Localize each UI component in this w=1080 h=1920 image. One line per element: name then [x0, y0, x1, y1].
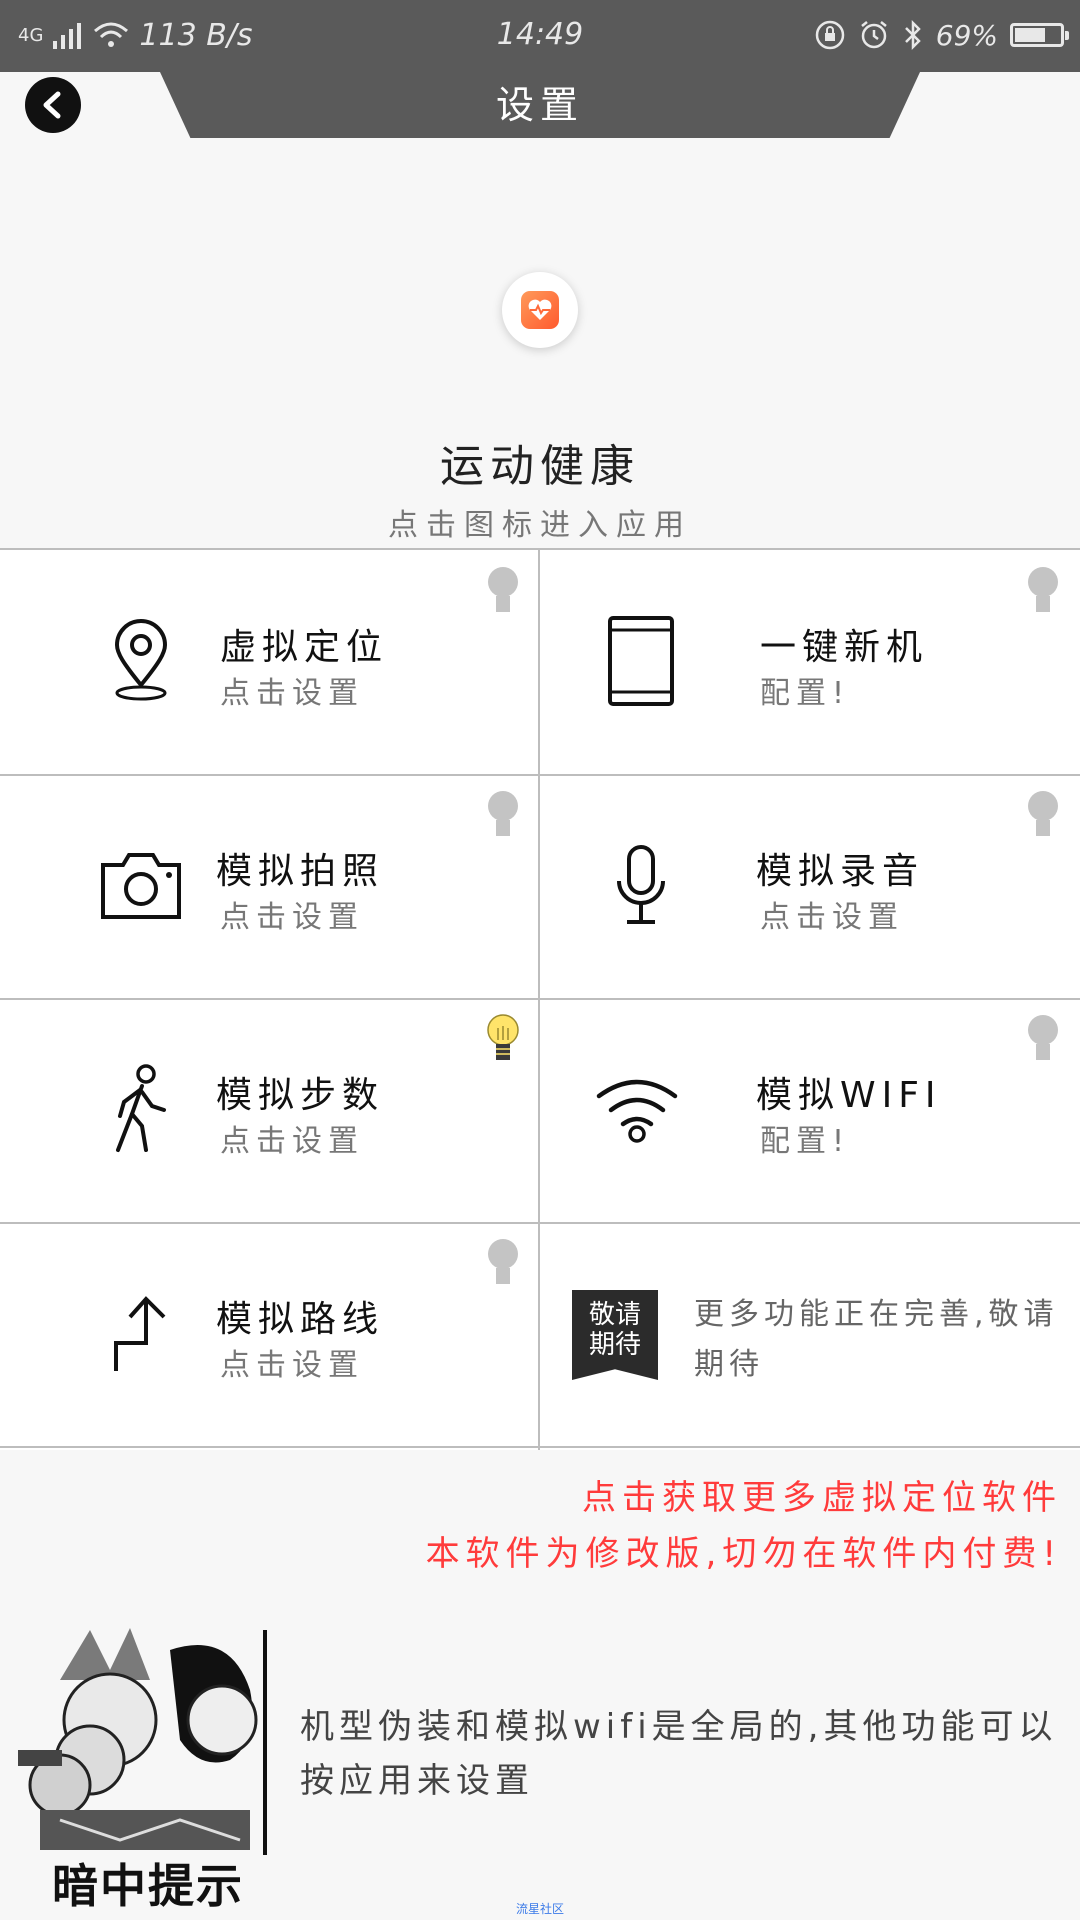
bulb-on-icon[interactable] [486, 1014, 520, 1064]
feature-title: 模拟录音 [756, 851, 925, 892]
location-pin-icon [96, 616, 186, 706]
coming-soon-text: 更多功能正在完善,敬请期待 [694, 1297, 1059, 1382]
bulb-icon[interactable] [486, 1238, 520, 1288]
feature-title: 模拟路线 [216, 1299, 385, 1340]
feature-fake-photo[interactable]: 模拟拍照 点击设置 [0, 774, 538, 998]
global-settings-tip: 机型伪装和模拟wifi是全局的,其他功能可以按应用来设置 [300, 1707, 1058, 1801]
app-hint: 点击图标进入应用 [388, 508, 692, 543]
route-icon [96, 1288, 186, 1378]
feature-title: 模拟WIFI [756, 1075, 942, 1116]
feature-title: 虚拟定位 [220, 627, 389, 668]
back-button[interactable] [25, 77, 81, 133]
bulb-icon[interactable] [486, 566, 520, 616]
battery-percent: 69% [935, 18, 998, 52]
feature-subtitle: 点击设置 [220, 900, 364, 935]
bulb-icon[interactable] [486, 790, 520, 840]
camera-icon [96, 840, 186, 930]
feature-fake-steps[interactable]: 模拟步数 点击设置 [0, 998, 538, 1222]
app-icon-button[interactable] [502, 272, 578, 348]
feature-subtitle: 点击设置 [760, 900, 904, 935]
feature-subtitle: 点击设置 [220, 676, 364, 711]
microphone-icon [596, 840, 686, 930]
feature-fake-wifi[interactable]: 模拟WIFI 配置! [540, 998, 1078, 1222]
phone-device-icon [596, 616, 686, 706]
badge-line: 期待 [588, 1330, 641, 1360]
feature-virtual-location[interactable]: 虚拟定位 点击设置 [0, 550, 538, 774]
page-title: 设置 [495, 83, 584, 127]
feature-subtitle: 点击设置 [220, 1348, 364, 1383]
watermark: 流星社区 [515, 1902, 564, 1916]
feature-subtitle: 配置! [760, 1124, 851, 1159]
get-more-link[interactable]: 点击获取更多虚拟定位软件 [582, 1470, 1062, 1519]
warning-notice: 本软件为修改版,切勿在软件内付费! [425, 1534, 1062, 1574]
feature-subtitle: 点击设置 [220, 1124, 364, 1159]
hint-meme-image: 暗中提示 [0, 1610, 290, 1913]
alarm-icon [860, 21, 887, 49]
feature-new-device[interactable]: 一键新机 配置! [540, 550, 1078, 774]
battery-icon [1010, 23, 1069, 47]
wifi-icon [592, 1064, 682, 1154]
walking-icon [96, 1064, 186, 1154]
chevron-left-icon [43, 91, 61, 119]
bulb-icon[interactable] [1026, 790, 1060, 840]
bulb-icon[interactable] [1026, 566, 1060, 616]
badge-line: 敬请 [588, 1300, 641, 1330]
feature-title: 一键新机 [760, 627, 929, 668]
rotation-lock-icon [815, 20, 845, 50]
feature-fake-recording[interactable]: 模拟录音 点击设置 [540, 774, 1078, 998]
grid-divider [0, 1446, 1080, 1448]
feature-fake-route[interactable]: 模拟路线 点击设置 [0, 1222, 538, 1446]
health-app-icon [521, 291, 559, 329]
battery-level [1015, 28, 1045, 42]
app-name: 运动健康 [440, 441, 640, 492]
feature-title: 模拟步数 [216, 1075, 385, 1116]
bulb-icon[interactable] [1026, 1014, 1060, 1064]
bluetooth-icon [904, 19, 921, 51]
status-bar: 4G 113 B/s 14:49 69% [0, 0, 1080, 72]
feature-title: 模拟拍照 [216, 851, 385, 892]
feature-subtitle: 配置! [760, 676, 851, 711]
coming-soon-badge: 敬请 期待 [572, 1290, 658, 1380]
